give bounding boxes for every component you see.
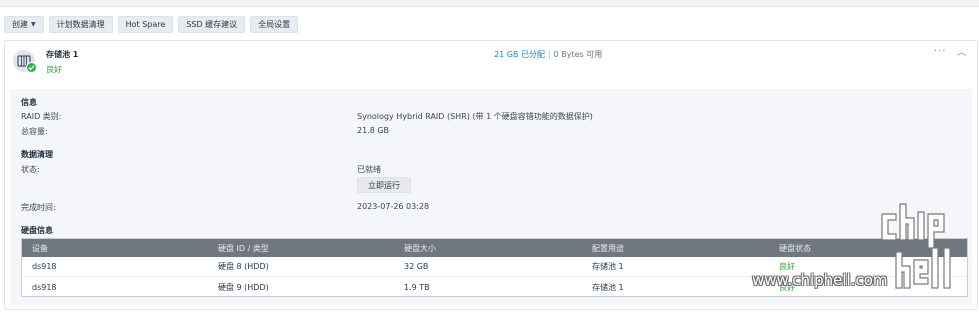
cell-disk-id: 硬盘 8 (HDD): [218, 262, 269, 271]
usage-separator: |: [547, 50, 551, 59]
storage-pool-usage: 21 GB 已分配 | 0 Bytes 可用: [494, 49, 602, 60]
column-header-disk-status[interactable]: 硬盘状态: [779, 243, 811, 254]
cell-allocation: 存储池 1: [592, 282, 624, 292]
ssd-cache-advisor-button[interactable]: SSD 缓存建议: [178, 16, 246, 33]
hot-spare-button[interactable]: Hot Spare: [117, 16, 174, 33]
cell-disk-status: 良好: [779, 262, 795, 271]
toolbar: 创建 ▼ 计划数据清理 Hot Spare SSD 缓存建议 全局设置: [4, 16, 299, 34]
storage-pool-name: 存储池 1: [46, 50, 79, 59]
allocated-size: 21 GB 已分配: [494, 50, 545, 59]
raid-type-value: Synology Hybrid RAID (SHR) (带 1 个硬盘容错功能的…: [357, 112, 593, 121]
disk-table: 设备 硬盘 ID / 类型 硬盘大小 配置用途 硬盘状态 ds918 硬盘 8 …: [21, 238, 968, 297]
table-row[interactable]: ds918 硬盘 9 (HDD) 1.9 TB 存储池 1 良好: [22, 277, 967, 297]
completed-time-value: 2023-07-26 03:28: [357, 202, 430, 211]
cell-disk-size: 1.9 TB: [404, 282, 430, 292]
more-icon[interactable]: ···: [934, 46, 947, 57]
run-now-button[interactable]: 立即运行: [357, 177, 411, 193]
cell-disk-size: 32 GB: [404, 262, 429, 271]
chevron-down-icon: ▼: [31, 21, 36, 28]
column-header-disk-size[interactable]: 硬盘大小: [404, 243, 436, 254]
storage-pool-card: 存储池 1 良好 21 GB 已分配 | 0 Bytes 可用 ··· ︿ 信息 R…: [4, 40, 978, 310]
storage-pool-status: 良好: [46, 65, 62, 74]
cell-device: ds918: [32, 262, 57, 271]
scrub-status-value: 已就绪: [357, 165, 381, 174]
global-settings-button[interactable]: 全局设置: [250, 16, 299, 33]
table-row[interactable]: ds918 硬盘 8 (HDD) 32 GB 存储池 1 良好: [22, 257, 967, 277]
cell-disk-id: 硬盘 9 (HDD): [218, 282, 269, 292]
disk-info-section-title: 硬盘信息: [21, 226, 53, 235]
cell-allocation: 存储池 1: [592, 262, 624, 271]
window-top-band: [0, 0, 979, 7]
raid-type-label: RAID 类别:: [21, 112, 62, 121]
completed-time-label: 完成时间:: [21, 203, 56, 212]
table-header: 设备 硬盘 ID / 类型 硬盘大小 配置用途 硬盘状态: [22, 239, 967, 257]
scrubbing-section-title: 数据清理: [21, 150, 53, 159]
storage-pool-header[interactable]: 存储池 1 良好 21 GB 已分配 | 0 Bytes 可用 ··· ︿: [5, 41, 977, 85]
scrub-status-label: 状态:: [21, 165, 40, 174]
scrub-schedule-button[interactable]: 计划数据清理: [48, 16, 113, 33]
available-size: 0 Bytes 可用: [553, 50, 603, 59]
capacity-label: 总容量:: [21, 127, 48, 136]
info-section-title: 信息: [21, 98, 37, 107]
cell-disk-status: 良好: [779, 282, 795, 292]
cell-device: ds918: [32, 282, 57, 292]
create-label: 创建: [12, 20, 28, 29]
column-header-disk-id[interactable]: 硬盘 ID / 类型: [218, 243, 269, 254]
column-header-device[interactable]: 设备: [32, 243, 48, 254]
column-header-allocation[interactable]: 配置用途: [592, 243, 624, 254]
chevron-up-icon[interactable]: ︿: [957, 45, 966, 58]
capacity-value: 21.8 GB: [357, 126, 390, 135]
healthy-check-icon: [26, 62, 37, 73]
create-button[interactable]: 创建 ▼: [4, 16, 44, 33]
